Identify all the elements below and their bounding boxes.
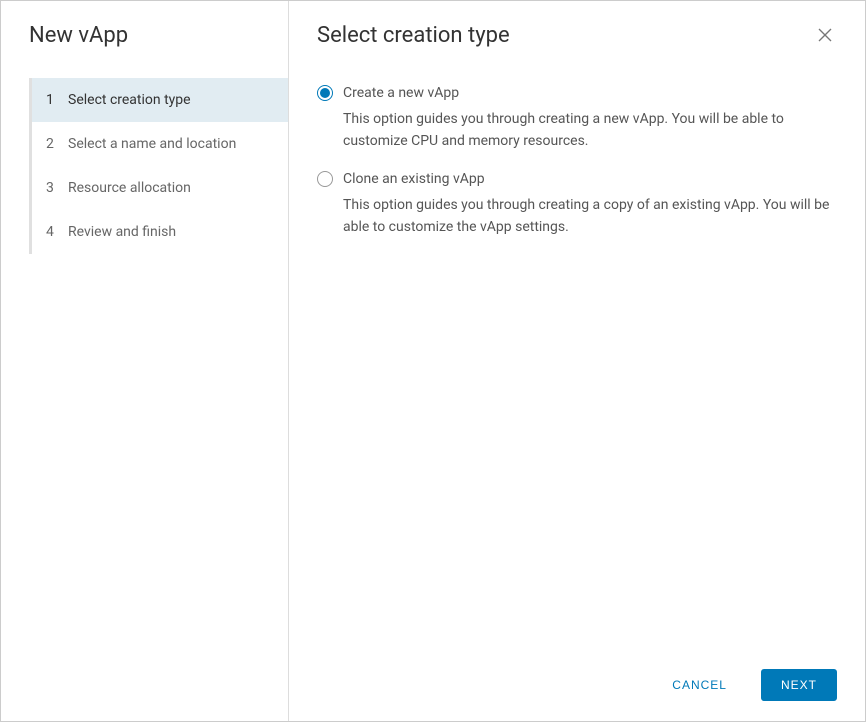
radio-icon bbox=[317, 171, 333, 187]
option-create-new-vapp[interactable]: Create a new vApp This option guides you… bbox=[317, 84, 837, 152]
close-icon bbox=[817, 27, 833, 43]
step-number: 2 bbox=[46, 136, 58, 152]
wizard-step-resource-allocation[interactable]: 3 Resource allocation bbox=[32, 166, 288, 210]
next-button[interactable]: NEXT bbox=[761, 669, 837, 701]
wizard-sidebar: New vApp 1 Select creation type 2 Select… bbox=[1, 1, 289, 721]
option-clone-existing-vapp[interactable]: Clone an existing vApp This option guide… bbox=[317, 170, 837, 238]
wizard-steps: 1 Select creation type 2 Select a name a… bbox=[29, 78, 288, 254]
step-label: Select a name and location bbox=[68, 136, 236, 152]
option-label: Create a new vApp bbox=[343, 84, 837, 102]
option-description: This option guides you through creating … bbox=[343, 108, 837, 152]
main-header: Select creation type bbox=[317, 23, 837, 84]
step-label: Select creation type bbox=[68, 92, 191, 108]
wizard-step-review-finish[interactable]: 4 Review and finish bbox=[32, 210, 288, 254]
cancel-button[interactable]: CANCEL bbox=[656, 669, 743, 701]
new-vapp-dialog: New vApp 1 Select creation type 2 Select… bbox=[0, 0, 866, 722]
wizard-main: Select creation type Create a new vApp T… bbox=[289, 1, 865, 721]
page-title: Select creation type bbox=[317, 23, 510, 48]
wizard-title: New vApp bbox=[1, 23, 288, 78]
creation-options: Create a new vApp This option guides you… bbox=[317, 84, 837, 655]
wizard-step-select-name-location[interactable]: 2 Select a name and location bbox=[32, 122, 288, 166]
option-content: Create a new vApp This option guides you… bbox=[343, 84, 837, 152]
radio-icon bbox=[317, 85, 333, 101]
step-label: Resource allocation bbox=[68, 180, 191, 196]
option-content: Clone an existing vApp This option guide… bbox=[343, 170, 837, 238]
step-label: Review and finish bbox=[68, 224, 176, 240]
option-label: Clone an existing vApp bbox=[343, 170, 837, 188]
close-button[interactable] bbox=[813, 23, 837, 47]
option-description: This option guides you through creating … bbox=[343, 194, 837, 238]
wizard-footer: CANCEL NEXT bbox=[317, 655, 837, 701]
step-number: 4 bbox=[46, 224, 58, 240]
step-number: 3 bbox=[46, 180, 58, 196]
step-number: 1 bbox=[46, 92, 58, 108]
wizard-step-select-creation-type[interactable]: 1 Select creation type bbox=[29, 78, 288, 122]
